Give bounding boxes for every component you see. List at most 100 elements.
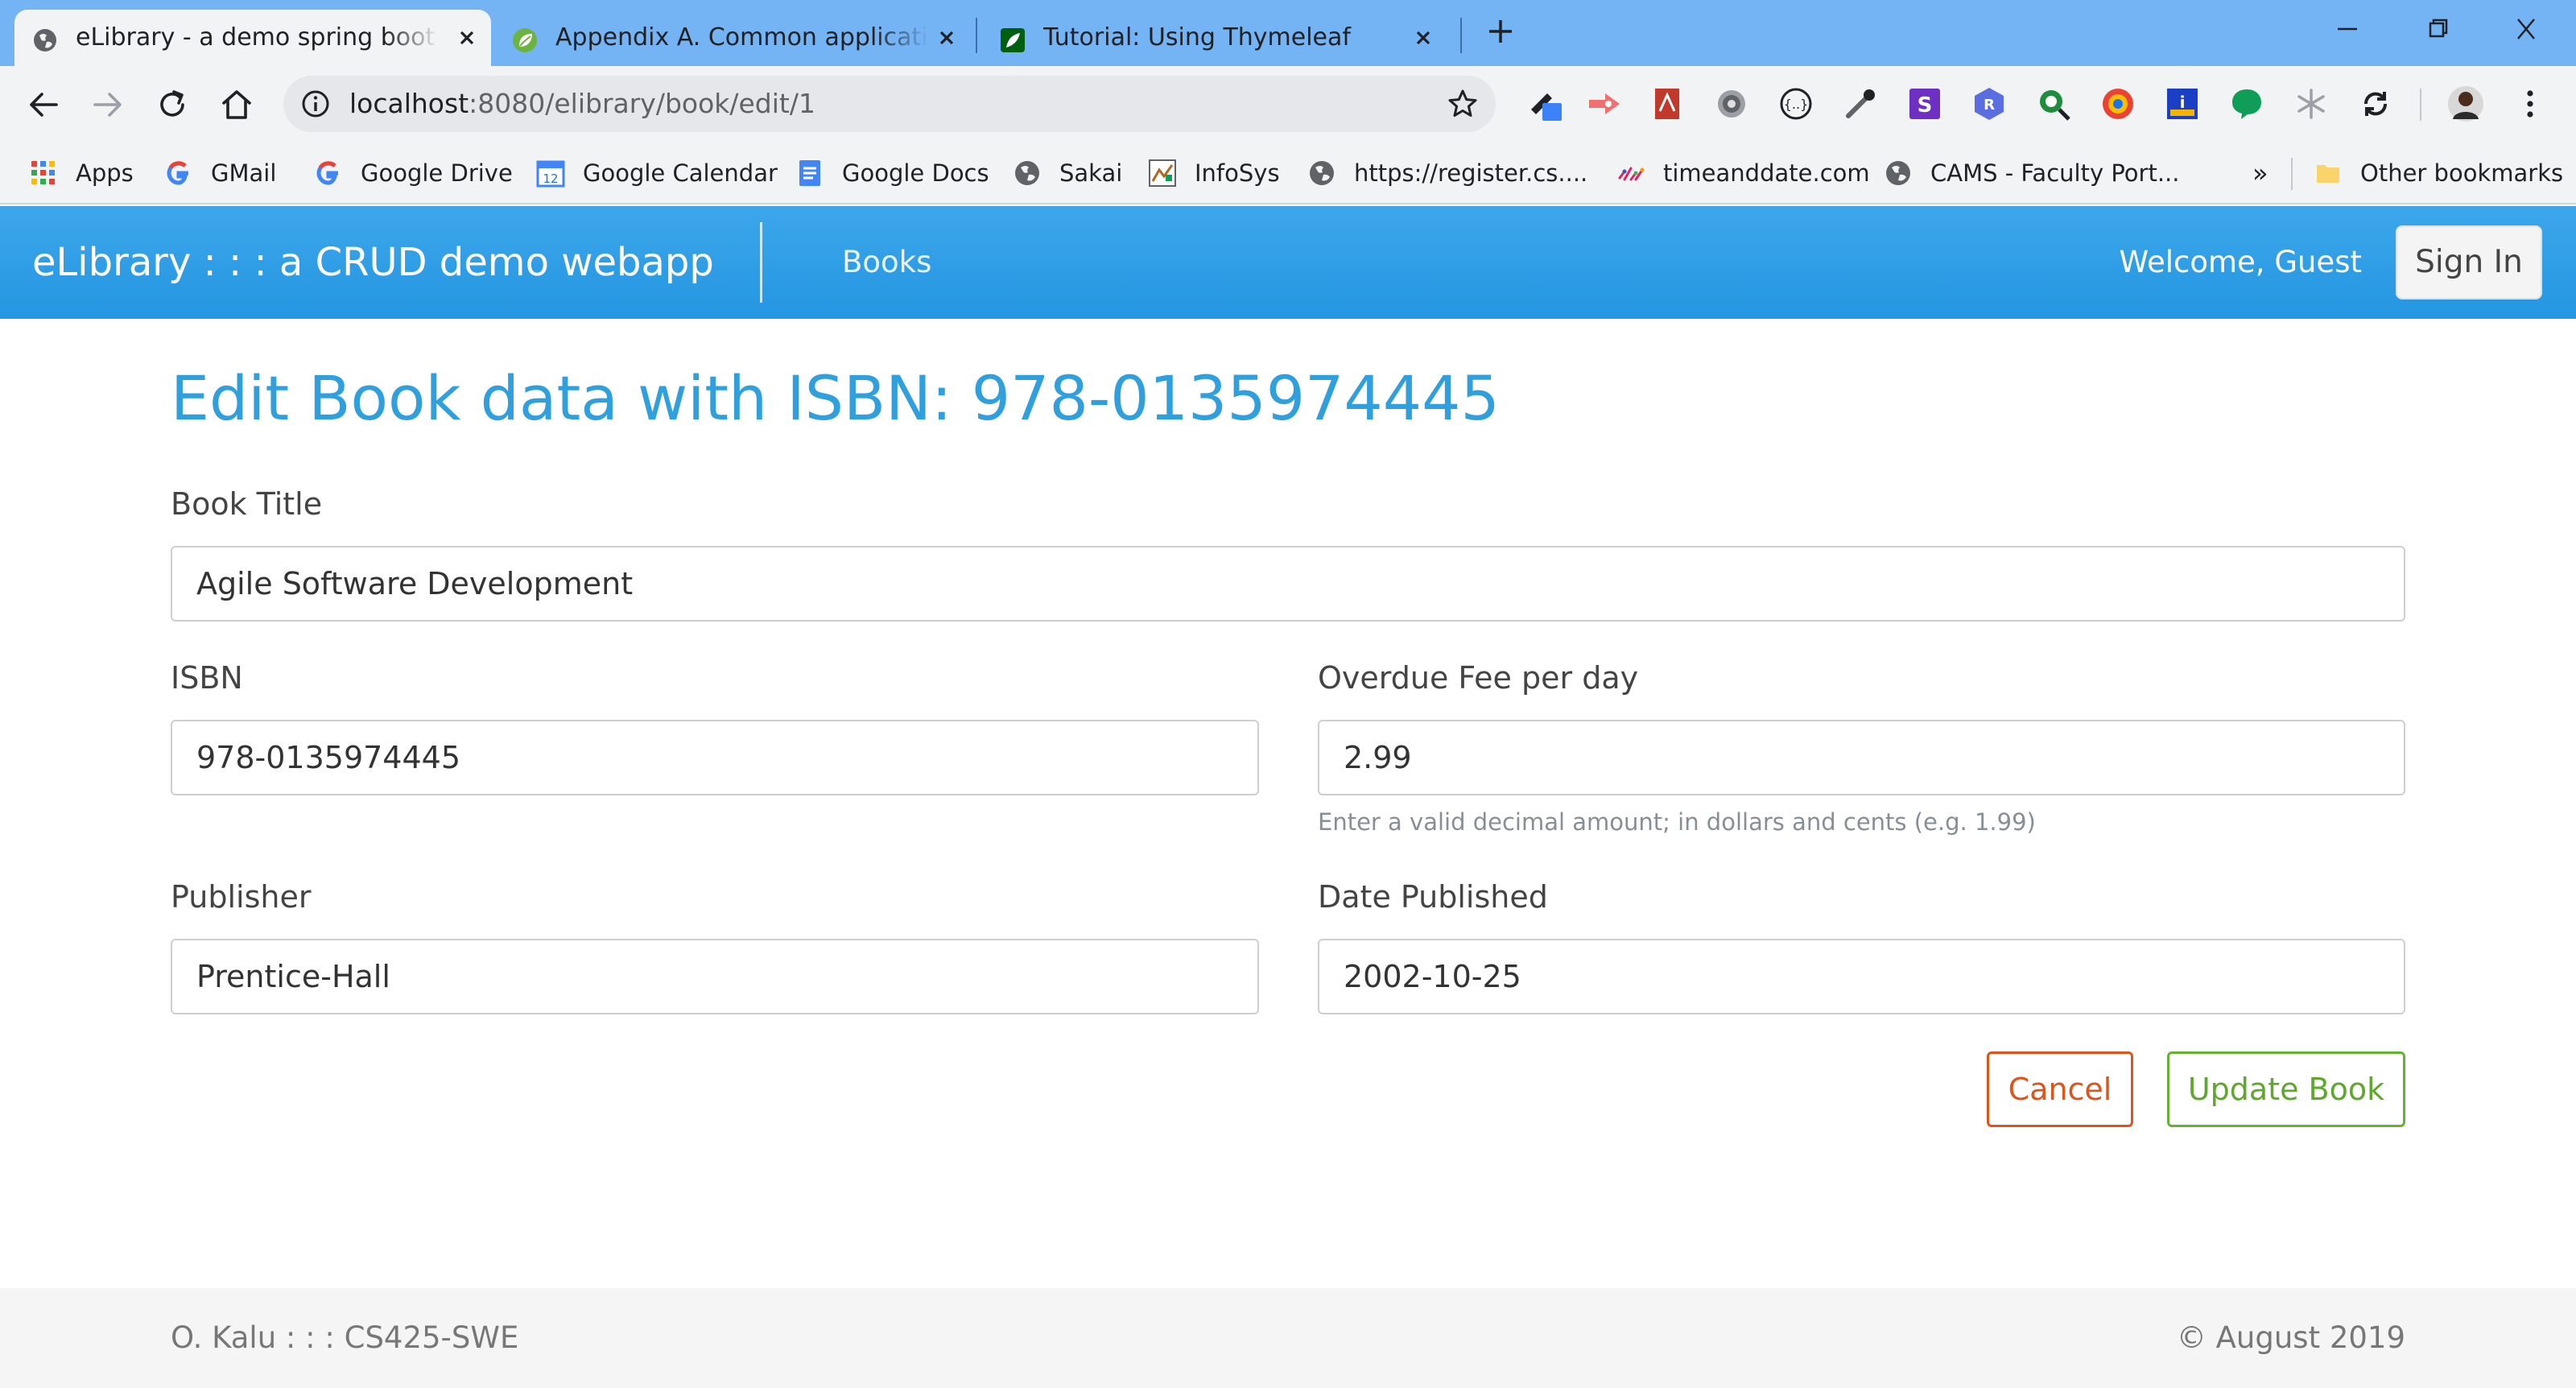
bookmark-star-icon[interactable]	[1447, 89, 1478, 119]
date-published-input[interactable]	[1318, 939, 2405, 1014]
i-extension-icon[interactable]: i	[2164, 85, 2201, 122]
book-title-label: Book Title	[171, 486, 323, 522]
bookmark-label: timeanddate.com	[1663, 159, 1870, 187]
bookmark-label: Google Calendar	[583, 159, 778, 187]
browser-tab-strip: eLibrary - a demo spring boot webapp App…	[0, 0, 2576, 66]
url-path: :8080/elibrary/book/edit/1	[469, 88, 815, 119]
cancel-button[interactable]: Cancel	[1987, 1051, 2133, 1127]
url-host: localhost	[349, 88, 469, 119]
restore-icon[interactable]	[2420, 14, 2455, 43]
navbar-divider	[760, 222, 762, 303]
globe-icon	[1015, 161, 1039, 185]
overdue-fee-help-text: Enter a valid decimal amount; in dollars…	[1318, 808, 2036, 836]
home-icon[interactable]	[217, 85, 256, 124]
profile-avatar-icon[interactable]	[2447, 85, 2484, 122]
color-picker-extension-icon[interactable]	[1526, 85, 1563, 122]
sync-extension-icon[interactable]	[2357, 85, 2394, 122]
page-title: Edit Book data with ISBN: 978-0135974445	[171, 362, 1500, 434]
bookmark-label: Sakai	[1059, 159, 1123, 187]
publisher-input[interactable]	[171, 939, 1259, 1014]
docs-icon	[799, 160, 820, 186]
welcome-text: Welcome, Guest	[2119, 245, 2362, 279]
menu-kebab-icon[interactable]	[2512, 85, 2549, 122]
infosys-icon	[1149, 159, 1176, 187]
bookmark-gmail[interactable]: GMail	[164, 143, 276, 203]
bookmark-label: GMail	[211, 159, 277, 187]
publisher-label: Publisher	[171, 879, 312, 915]
folder-icon	[2317, 165, 2339, 183]
overdue-fee-label: Overdue Fee per day	[1318, 660, 1639, 696]
target-extension-icon[interactable]	[2099, 85, 2136, 122]
browser-tab-thymeleaf[interactable]: Tutorial: Using Thymeleaf	[982, 10, 1459, 66]
globe-icon	[34, 29, 56, 52]
bookmarks-overflow-button[interactable]: »	[2252, 143, 2268, 203]
bookmark-register[interactable]: https://register.cs....	[1307, 143, 1587, 203]
new-tab-icon[interactable]	[1486, 17, 1515, 46]
globe-icon	[1886, 161, 1910, 185]
tab-title: Tutorial: Using Thymeleaf	[1043, 23, 1351, 52]
browser-tab-appendix[interactable]: Appendix A. Common application propertie…	[494, 10, 971, 66]
pdf-extension-icon[interactable]	[1649, 85, 1686, 122]
svg-text:S: S	[1918, 93, 1933, 118]
browser-toolbar: localhost:8080/elibrary/book/edit/1 {..}…	[0, 66, 2576, 143]
sign-in-button[interactable]: Sign In	[2396, 225, 2542, 299]
isbn-label: ISBN	[171, 660, 243, 696]
svg-text:{..}: {..}	[1784, 97, 1809, 112]
svg-text:R: R	[1984, 97, 1995, 114]
bookmark-label: Apps	[76, 159, 134, 187]
snowflake-extension-icon[interactable]	[2293, 85, 2330, 122]
bookmark-google-drive[interactable]: Google Drive	[314, 143, 513, 203]
tab-title: eLibrary - a demo spring boot webapp	[76, 23, 440, 52]
forward-arrow-icon[interactable]	[89, 85, 127, 124]
bookmarks-bar: Apps GMail Google Drive 12 Google Calend…	[0, 143, 2576, 204]
bookmark-timeanddate[interactable]: timeanddate.com	[1616, 143, 1870, 203]
timeanddate-icon	[1618, 167, 1645, 181]
brand-link[interactable]: eLibrary : : : a CRUD demo webapp	[32, 206, 714, 319]
address-bar[interactable]: localhost:8080/elibrary/book/edit/1	[283, 76, 1496, 132]
bookmark-google-docs[interactable]: Google Docs	[795, 143, 989, 203]
bookmarks-overflow-label: »	[2252, 158, 2268, 188]
url-text: localhost:8080/elibrary/book/edit/1	[349, 76, 815, 132]
bookmark-label: InfoSys	[1195, 159, 1280, 187]
bookmark-other-bookmarks[interactable]: Other bookmarks	[2314, 143, 2563, 203]
footer-copyright: © August 2019	[2176, 1320, 2405, 1355]
svg-text:i: i	[2180, 93, 2186, 112]
bookmark-google-calendar[interactable]: 12 Google Calendar	[536, 143, 778, 203]
date-published-label: Date Published	[1318, 879, 1548, 915]
close-tab-icon[interactable]	[934, 25, 960, 51]
back-arrow-icon[interactable]	[24, 85, 63, 124]
close-tab-icon[interactable]	[1410, 25, 1436, 51]
bookmarks-separator	[2291, 158, 2293, 190]
chat-bubble-extension-icon[interactable]	[2228, 85, 2265, 122]
update-book-button[interactable]: Update Book	[2167, 1051, 2405, 1127]
overdue-fee-input[interactable]	[1318, 720, 2405, 795]
arrow-extension-icon[interactable]	[1586, 85, 1623, 122]
json-extension-icon[interactable]: {..}	[1777, 85, 1814, 122]
bookmark-label: Other bookmarks	[2360, 159, 2564, 187]
bookmark-label: https://register.cs....	[1354, 159, 1588, 187]
search-extension-icon[interactable]	[2035, 85, 2072, 122]
browser-tab-elibrary[interactable]: eLibrary - a demo spring boot webapp	[14, 10, 491, 66]
book-title-input[interactable]	[171, 546, 2405, 622]
close-window-icon[interactable]	[2508, 14, 2544, 43]
s-extension-icon[interactable]: S	[1906, 85, 1943, 122]
bookmark-label: Google Drive	[361, 159, 513, 187]
reload-icon[interactable]	[153, 85, 192, 124]
bookmark-label: CAMS - Faculty Port...	[1930, 159, 2180, 187]
tab-separator	[1460, 18, 1462, 53]
minimize-icon[interactable]	[2330, 14, 2365, 43]
r-extension-icon[interactable]: R	[1971, 85, 2008, 122]
bookmark-cams[interactable]: CAMS - Faculty Port...	[1884, 143, 2179, 203]
isbn-input[interactable]	[171, 720, 1259, 795]
app-navbar: eLibrary : : : a CRUD demo webapp Books …	[0, 206, 2576, 319]
page-footer: O. Kalu : : : CS425-SWE © August 2019	[0, 1288, 2576, 1388]
settings-gear-extension-icon[interactable]	[1713, 85, 1750, 122]
thymeleaf-icon	[1001, 28, 1025, 52]
site-info-icon[interactable]	[301, 89, 330, 118]
bookmark-sakai[interactable]: Sakai	[1013, 143, 1122, 203]
bookmark-infosys[interactable]: InfoSys	[1148, 143, 1280, 203]
close-tab-icon[interactable]	[454, 25, 480, 51]
eyedropper-extension-icon[interactable]	[1842, 85, 1879, 122]
nav-link-books[interactable]: Books	[842, 206, 931, 319]
bookmark-apps[interactable]: Apps	[29, 143, 134, 203]
